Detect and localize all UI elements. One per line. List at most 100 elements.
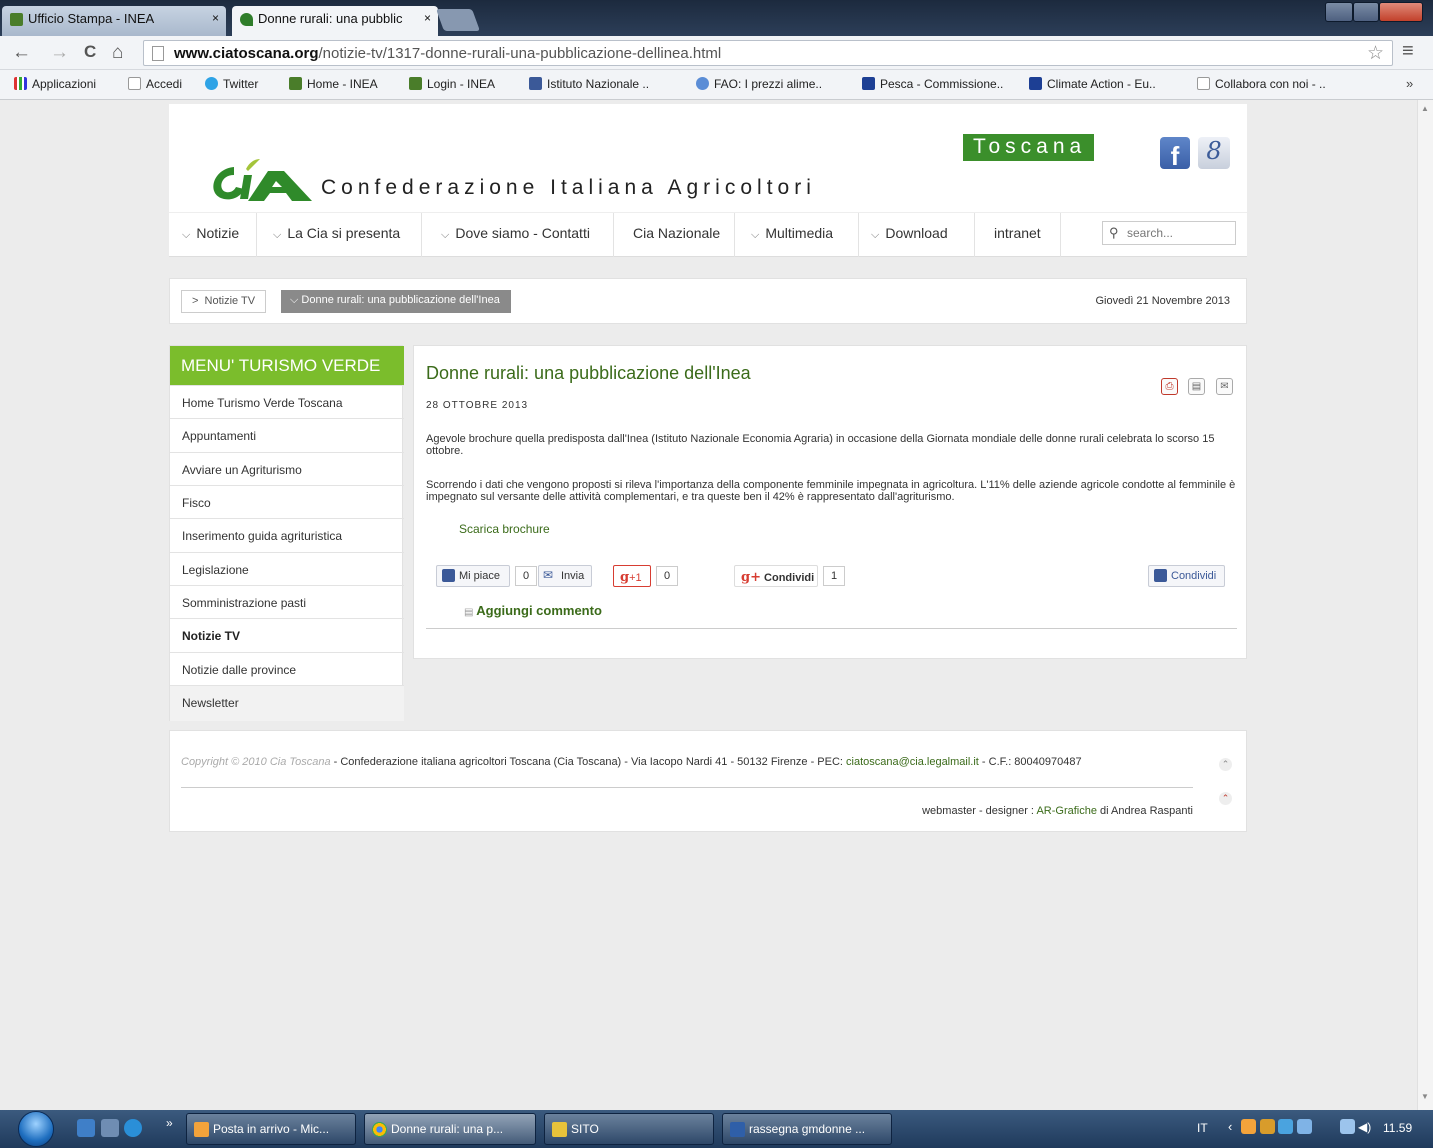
- new-tab-button[interactable]: [435, 9, 481, 31]
- nav-item-dove-siamo[interactable]: ⌵ Dove siamo - Contatti: [422, 213, 614, 257]
- sidebar-item-notizie-tv[interactable]: Notizie TV: [170, 618, 404, 651]
- sidebar-item-pasti[interactable]: Somministrazione pasti: [170, 585, 404, 618]
- outlook-icon: [194, 1122, 209, 1137]
- browser-tab-active[interactable]: Donne rurali: una pubblic ×: [232, 6, 438, 36]
- home-icon[interactable]: ⌂: [112, 42, 123, 64]
- cia-logo-icon[interactable]: [204, 157, 314, 207]
- reload-icon[interactable]: C: [84, 42, 96, 62]
- main-navigation: ⌵ Notizie ⌵ La Cia si presenta ⌵ Dove siamo…: [169, 212, 1247, 257]
- facebook-share-button[interactable]: Condividi: [1148, 565, 1225, 587]
- sidebar-item-province[interactable]: Notizie dalle province: [170, 652, 404, 685]
- taskbar-sito[interactable]: SITO: [544, 1113, 714, 1145]
- bookmark-twitter[interactable]: Twitter: [205, 77, 258, 91]
- chrome-icon: [372, 1122, 387, 1137]
- clock[interactable]: 11.59: [1383, 1121, 1412, 1135]
- breadcrumb: > Notizie TV ⌵ Donne rurali: una pubblic…: [169, 278, 1247, 324]
- facebook-icon: [1154, 569, 1167, 582]
- quicklaunch-more-icon[interactable]: »: [166, 1116, 173, 1130]
- facebook-icon: [442, 569, 455, 582]
- facebook-icon[interactable]: f: [1160, 137, 1190, 171]
- google-plus-icon[interactable]: 8: [1198, 137, 1230, 169]
- volume-icon[interactable]: ◀): [1358, 1120, 1371, 1134]
- bookmark-accedi[interactable]: Accedi: [128, 77, 182, 91]
- maximize-button[interactable]: [1353, 2, 1379, 22]
- download-brochure-link[interactable]: Scarica brochure: [459, 522, 550, 536]
- network-icon[interactable]: [1340, 1119, 1355, 1134]
- google-plus-share-button[interactable]: g+ Condividi: [734, 565, 818, 587]
- article-title[interactable]: Donne rurali: una pubblicazione dell'Ine…: [426, 363, 751, 384]
- bookmarks-overflow-icon[interactable]: »: [1406, 76, 1413, 91]
- browser-tab-inea[interactable]: Ufficio Stampa - INEA ×: [2, 6, 226, 36]
- browser-toolbar: ← → C ⌂ www.ciatoscana.org/notizie-tv/13…: [0, 36, 1433, 70]
- region-badge: Toscana: [963, 134, 1095, 161]
- close-window-button[interactable]: [1379, 2, 1423, 22]
- forward-icon[interactable]: →: [50, 42, 69, 64]
- bookmark-apps[interactable]: Applicazioni: [14, 77, 96, 91]
- plus-one-count: 0: [656, 566, 679, 586]
- browser-menu-icon[interactable]: ≡: [1402, 40, 1414, 63]
- tray-shield-icon[interactable]: [1297, 1119, 1312, 1134]
- bookmark-star-icon[interactable]: ☆: [1367, 42, 1384, 65]
- sidebar-item-fisco[interactable]: Fisco: [170, 485, 404, 518]
- word-icon: [730, 1122, 745, 1137]
- sidebar-item-guida[interactable]: Inserimento guida agrituristica: [170, 518, 404, 551]
- print-icon[interactable]: ▤: [1188, 378, 1205, 395]
- page-scrollbar[interactable]: ▲ ▼: [1417, 100, 1433, 1110]
- tray-app-icon[interactable]: [1241, 1119, 1256, 1134]
- nav-item-download[interactable]: ⌵ Download: [859, 213, 975, 257]
- breadcrumb-section[interactable]: > Notizie TV: [181, 290, 267, 313]
- tray-app-icon[interactable]: [1260, 1119, 1275, 1134]
- bookmark-climate[interactable]: Climate Action - Eu..: [1029, 77, 1156, 91]
- bookmark-istituto[interactable]: Istituto Nazionale ..: [529, 77, 649, 91]
- sidebar-item-agriturismo[interactable]: Avviare un Agriturismo: [170, 452, 404, 485]
- minimize-button[interactable]: [1325, 2, 1353, 22]
- scroll-up-icon[interactable]: ▲: [1421, 104, 1429, 113]
- sidebar-item-home-turismo[interactable]: Home Turismo Verde Toscana: [170, 385, 404, 418]
- nav-item-cia-nazionale[interactable]: Cia Nazionale: [614, 213, 735, 257]
- language-indicator[interactable]: IT: [1197, 1121, 1208, 1135]
- bookmark-collabora[interactable]: Collabora con noi - ..: [1197, 77, 1326, 91]
- nav-item-multimedia[interactable]: ⌵ Multimedia: [735, 213, 859, 257]
- nav-item-la-cia[interactable]: ⌵ La Cia si presenta: [257, 213, 422, 257]
- scroll-top-icon[interactable]: ⌃: [1219, 758, 1232, 771]
- sidebar-item-newsletter[interactable]: Newsletter: [170, 685, 404, 721]
- internet-explorer-icon[interactable]: [124, 1119, 142, 1137]
- back-icon[interactable]: ←: [12, 42, 31, 64]
- pdf-icon[interactable]: ⎙: [1161, 378, 1178, 395]
- email-icon[interactable]: ✉: [1216, 378, 1233, 395]
- pec-email-link[interactable]: ciatoscana@cia.legalmail.it: [846, 756, 979, 768]
- nav-item-notizie[interactable]: ⌵ Notizie: [169, 213, 257, 257]
- close-tab-icon[interactable]: ×: [212, 11, 219, 25]
- facebook-send-button[interactable]: ✉ Invia: [538, 565, 592, 587]
- designer-link[interactable]: AR-Grafiche: [1036, 805, 1097, 817]
- scroll-top-icon[interactable]: ⌃: [1219, 792, 1232, 805]
- bookmark-fao[interactable]: FAO: I prezzi alime..: [696, 77, 822, 91]
- chevron-down-icon: ⌵: [871, 229, 880, 241]
- bookmark-login-inea[interactable]: Login - INEA: [409, 77, 495, 91]
- taskbar-word[interactable]: rassegna gmdonne ...: [722, 1113, 892, 1145]
- breadcrumb-current: ⌵ Donne rurali: una pubblicazione dell'I…: [281, 290, 511, 313]
- dropbox-icon[interactable]: [1278, 1119, 1293, 1134]
- add-comment-link[interactable]: ▤ Aggiungi commento: [464, 603, 602, 618]
- search-input[interactable]: ⚲ search...: [1102, 221, 1236, 245]
- scroll-down-icon[interactable]: ▼: [1421, 1092, 1429, 1101]
- bookmark-pesca[interactable]: Pesca - Commissione..: [862, 77, 1003, 91]
- sidebar-item-legislazione[interactable]: Legislazione: [170, 552, 404, 585]
- start-button[interactable]: [18, 1111, 54, 1147]
- url-bar[interactable]: www.ciatoscana.org/notizie-tv/1317-donne…: [143, 40, 1393, 66]
- close-tab-icon[interactable]: ×: [424, 11, 431, 25]
- tray-expand-icon[interactable]: ‹: [1228, 1119, 1232, 1134]
- sidebar-item-appuntamenti[interactable]: Appuntamenti: [170, 418, 404, 451]
- tab-title: Ufficio Stampa - INEA: [28, 11, 155, 26]
- divider: [426, 628, 1237, 629]
- facebook-like-button[interactable]: Mi piace: [436, 565, 510, 587]
- article-paragraph: Scorrendo i dati che vengono proposti si…: [426, 479, 1236, 503]
- bookmark-home-inea[interactable]: Home - INEA: [289, 77, 378, 91]
- taskbar-chrome[interactable]: Donne rurali: una p...: [364, 1113, 536, 1145]
- taskbar-outlook[interactable]: Posta in arrivo - Mic...: [186, 1113, 356, 1145]
- switch-windows-icon[interactable]: [101, 1119, 119, 1137]
- organization-name: Confederazione Italiana Agricoltori: [321, 176, 816, 199]
- nav-item-intranet[interactable]: intranet: [975, 213, 1061, 257]
- google-plus-one-button[interactable]: g+1: [613, 565, 651, 587]
- show-desktop-icon[interactable]: [77, 1119, 95, 1137]
